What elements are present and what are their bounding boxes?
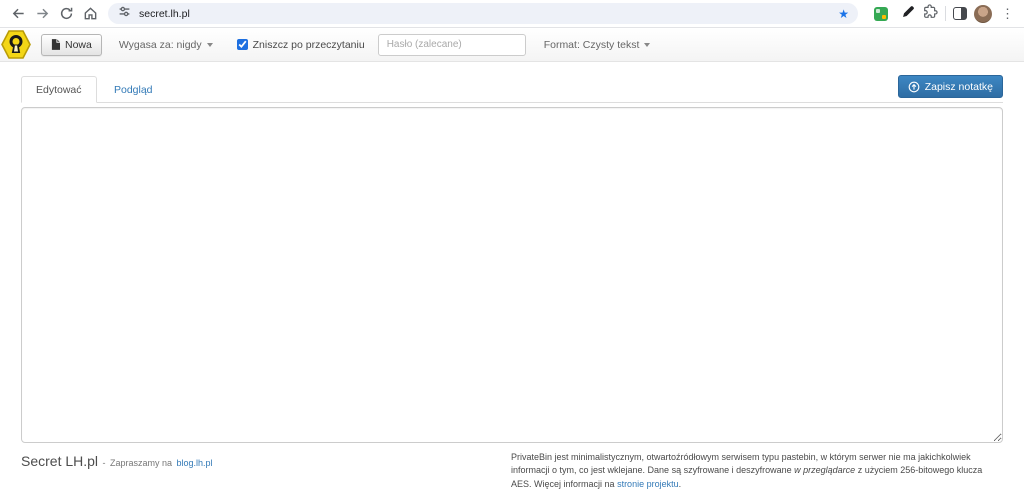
new-paste-label: Nowa [65, 38, 92, 51]
caret-down-icon [206, 42, 213, 47]
upload-circle-icon [908, 81, 920, 92]
tagline-text: Zapraszamy na [109, 458, 172, 468]
home-icon[interactable] [80, 4, 100, 24]
new-paste-button[interactable]: Nowa [41, 33, 102, 56]
back-icon[interactable] [8, 4, 28, 24]
bookmark-star-icon[interactable]: ★ [835, 8, 852, 20]
expiration-dropdown[interactable]: Wygasa za: nigdy [119, 39, 213, 51]
burn-after-reading-option: Zniszcz po przeczytaniu [236, 39, 365, 51]
extensions-puzzle-icon[interactable] [923, 3, 938, 24]
reload-icon[interactable] [56, 4, 76, 24]
blog-link[interactable]: blog.lh.pl [176, 458, 212, 468]
side-panel-icon[interactable] [953, 7, 967, 20]
caret-down-icon [644, 42, 651, 47]
expiration-label: Wygasa za: nigdy [118, 38, 202, 51]
tab-preview[interactable]: Podgląd [101, 76, 166, 103]
privatebin-navbar: Nowa Wygasa za: nigdy Zniszcz po przeczy… [0, 28, 1024, 62]
pen-icon[interactable] [901, 4, 916, 24]
toolbar-divider [945, 6, 946, 21]
burn-after-reading-label[interactable]: Zniszcz po przeczytaniu [253, 39, 365, 51]
profile-avatar[interactable] [974, 4, 992, 23]
forward-icon[interactable] [32, 4, 52, 24]
brand-title: Secret LH.pl [21, 453, 99, 469]
privatebin-logo-icon[interactable] [1, 29, 31, 60]
url-text[interactable]: secret.lh.pl [139, 8, 190, 20]
page-footer: Secret LH.pl - Zapraszamy na blog.lh.pl … [21, 449, 1003, 491]
chrome-actions: ⋮ [868, 3, 1016, 24]
address-bar[interactable]: secret.lh.pl ★ [108, 3, 858, 24]
about-italic: w przeglądarce [794, 465, 856, 476]
green-extension-icon[interactable] [874, 6, 888, 21]
password-input[interactable] [377, 33, 526, 56]
brand-separator: - [102, 458, 106, 468]
editor-tabs: Edytować Podgląd Zapisz notatkę [21, 75, 1003, 103]
browser-toolbar: secret.lh.pl ★ ⋮ [0, 0, 1024, 28]
send-button[interactable]: Zapisz notatkę [897, 75, 1003, 98]
tab-edit[interactable]: Edytować [21, 76, 97, 103]
format-dropdown[interactable]: Format: Czysty tekst [544, 39, 651, 51]
paste-textarea[interactable] [21, 107, 1003, 443]
site-settings-icon[interactable] [118, 5, 131, 23]
footer-brand-block: Secret LH.pl - Zapraszamy na blog.lh.pl [21, 449, 511, 471]
about-period: . [678, 478, 682, 489]
about-text: PrivateBin jest minimalistycznym, otwart… [511, 449, 1003, 491]
file-icon [51, 39, 60, 50]
send-button-label: Zapisz notatkę [924, 80, 993, 93]
format-label: Format: Czysty tekst [543, 38, 640, 51]
browser-menu-icon[interactable]: ⋮ [999, 7, 1016, 20]
main-content: Edytować Podgląd Zapisz notatkę Secret L… [0, 75, 1024, 491]
burn-after-reading-checkbox[interactable] [236, 39, 248, 50]
project-page-link[interactable]: stronie projektu [617, 479, 679, 489]
